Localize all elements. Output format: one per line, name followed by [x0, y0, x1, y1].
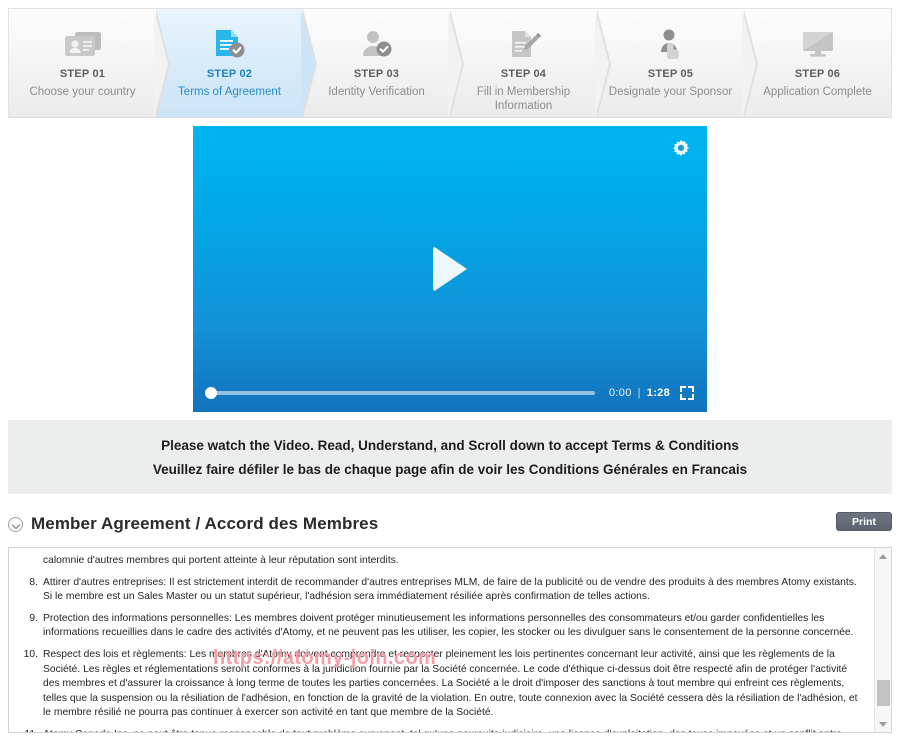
agreement-clause: 10. Respect des lois et règlements: Les …	[19, 648, 865, 721]
print-button[interactable]: Print	[836, 512, 892, 531]
video-controls: 0:00 | 1:28	[193, 382, 707, 404]
agreement-clause: 11. Atomy Canada Inc. ne peut être tenue…	[19, 728, 865, 732]
step-label: Designate your Sponsor	[608, 86, 733, 98]
step-number: STEP 05	[647, 68, 694, 80]
step-item-2[interactable]: STEP 02 Terms of Agreement	[156, 8, 317, 119]
chevron-down-circle-icon[interactable]	[8, 516, 23, 532]
step-label: Choose your country	[29, 86, 136, 98]
agreement-text: calomnie d'autres membres qui portent at…	[19, 554, 865, 732]
step-label: Fill in Membership Information	[476, 86, 571, 112]
step-chevron-fill	[448, 9, 462, 119]
video-duration: 1:28	[646, 387, 670, 399]
member-agreement-section: Member Agreement / Accord des Membres Pr…	[8, 510, 892, 733]
monitor-icon	[795, 26, 841, 62]
step-chevron-fill	[301, 9, 315, 119]
step-item-6[interactable]: STEP 06 Application Complete	[744, 8, 892, 118]
agreement-title: Member Agreement / Accord des Membres	[31, 514, 379, 533]
play-icon[interactable]	[433, 246, 467, 292]
agreement-clause: 9. Protection des informations personnel…	[19, 612, 865, 641]
clause-number: 10.	[23, 648, 38, 660]
fullscreen-icon[interactable]	[680, 386, 694, 400]
clause-number: 9.	[29, 612, 38, 624]
step-item-5[interactable]: STEP 05 Designate your Sponsor	[597, 8, 758, 119]
scrollbar-thumb[interactable]	[877, 680, 890, 706]
video-progress-bar[interactable]	[205, 387, 595, 399]
step-item-4[interactable]: STEP 04 Fill in Membership Information	[450, 8, 611, 119]
clause-text: Respect des lois et règlements: Les memb…	[43, 648, 858, 719]
video-current-time: 0:00	[609, 387, 632, 399]
step-label: Application Complete	[763, 86, 872, 98]
step-chevron-fill	[742, 9, 756, 119]
agreement-scrollbar[interactable]	[874, 548, 891, 732]
document-pencil-icon	[501, 26, 547, 62]
clause-text: Protection des informations personnelles…	[43, 612, 854, 639]
instruction-banner: Please watch the Video. Read, Understand…	[8, 420, 892, 494]
clause-text: Atomy Canada Inc. ne peut être tenue res…	[43, 728, 865, 732]
step-item-3[interactable]: STEP 03 Identity Verification	[303, 8, 464, 119]
registration-stepper: STEP 01 Choose your country STEP 02 Term…	[0, 0, 900, 119]
step-number: STEP 02	[206, 68, 253, 80]
person-hand-icon	[648, 26, 694, 62]
scroll-down-arrow-icon[interactable]	[875, 716, 891, 732]
document-check-icon	[207, 26, 253, 62]
step-label: Terms of Agreement	[178, 86, 281, 98]
agreement-clause: 8. Attirer d'autres entreprises: Il est …	[19, 576, 865, 605]
step-chevron-fill	[154, 9, 168, 119]
step-number: STEP 04	[500, 68, 547, 80]
step-chevron-fill	[595, 9, 609, 119]
video-section: 0:00 | 1:28	[0, 118, 900, 420]
video-time-separator: |	[637, 387, 641, 399]
clause-text: Attirer d'autres entreprises: Il est str…	[43, 576, 857, 603]
instruction-line-french: Veuillez faire défiler le bas de chaque …	[152, 461, 748, 477]
video-player[interactable]: 0:00 | 1:28	[193, 126, 707, 412]
agreement-continuation-line: calomnie d'autres membres qui portent at…	[43, 555, 399, 566]
step-number: STEP 03	[353, 68, 400, 80]
id-card-icon	[60, 26, 106, 62]
agreement-scroll-box[interactable]: calomnie d'autres membres qui portent at…	[8, 547, 892, 733]
step-item-1[interactable]: STEP 01 Choose your country	[8, 8, 170, 119]
person-check-icon	[354, 26, 400, 62]
agreement-header: Member Agreement / Accord des Membres	[8, 510, 892, 538]
step-label: Identity Verification	[328, 86, 425, 98]
clause-number: 8.	[29, 576, 38, 588]
clause-number: 11.	[19, 728, 43, 732]
video-progress-knob[interactable]	[205, 387, 217, 399]
gear-icon[interactable]	[671, 139, 691, 159]
instruction-line-english: Please watch the Video. Read, Understand…	[161, 437, 739, 453]
step-number: STEP 01	[59, 68, 106, 80]
scroll-up-arrow-icon[interactable]	[875, 548, 891, 564]
step-number: STEP 06	[794, 68, 841, 80]
